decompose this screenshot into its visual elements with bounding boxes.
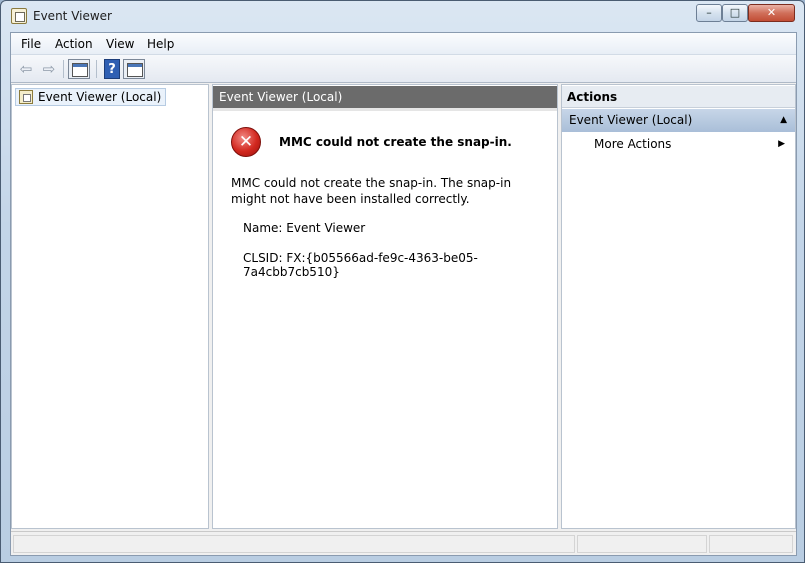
show-hide-action-pane-icon[interactable]: [123, 59, 145, 79]
status-bar-section: [577, 535, 707, 553]
status-bar: [11, 531, 796, 555]
result-pane: Event Viewer (Local) ✕ MMC could not cre…: [212, 84, 558, 529]
menu-file[interactable]: File: [15, 36, 47, 52]
menu-help[interactable]: Help: [141, 36, 180, 52]
show-hide-console-tree-icon[interactable]: [68, 59, 90, 79]
menu-bar: File Action View Help: [11, 33, 796, 55]
actions-header: Actions: [562, 86, 795, 108]
status-bar-section: [13, 535, 575, 553]
maximize-button[interactable]: □: [722, 4, 748, 22]
actions-group-label: Event Viewer (Local): [569, 113, 693, 127]
error-icon: ✕: [231, 127, 261, 157]
console-tree-pane: Event Viewer (Local): [11, 84, 209, 529]
status-bar-section: [709, 535, 793, 553]
more-actions-item[interactable]: More Actions ▶: [562, 133, 795, 155]
more-actions-label: More Actions: [594, 137, 672, 151]
window-frame: Event Viewer – □ ✕ File Action View Help…: [0, 0, 805, 563]
error-message: MMC could not create the snap-in. The sn…: [231, 176, 512, 206]
toolbar-separator: [96, 60, 97, 78]
header-divider: [213, 108, 557, 111]
menu-action[interactable]: Action: [49, 36, 99, 52]
error-title: MMC could not create the snap-in.: [279, 135, 512, 149]
toolbar-separator: [63, 60, 64, 78]
actions-pane: Actions Event Viewer (Local) ▲ More Acti…: [561, 84, 796, 529]
forward-arrow-icon[interactable]: ⇨: [38, 59, 60, 79]
result-pane-header: Event Viewer (Local): [213, 86, 557, 108]
menu-view[interactable]: View: [100, 36, 140, 52]
event-viewer-snapin-icon: [19, 90, 33, 104]
help-icon[interactable]: ?: [104, 59, 120, 79]
back-arrow-icon[interactable]: ⇦: [15, 59, 37, 79]
collapse-arrow-icon[interactable]: ▲: [780, 109, 787, 132]
minimize-button[interactable]: –: [696, 4, 722, 22]
snapin-clsid: CLSID: FX:{b05566ad-fe9c-4363-be05-7a4cb…: [243, 251, 478, 279]
tree-item-label: Event Viewer (Local): [38, 90, 162, 104]
submenu-arrow-icon: ▶: [778, 139, 785, 149]
toolbar: ⇦ ⇨ ?: [11, 55, 796, 83]
tree-item-event-viewer-local[interactable]: Event Viewer (Local): [15, 88, 167, 106]
client-area: File Action View Help ⇦ ⇨ ? Event Viewer…: [10, 32, 797, 556]
event-viewer-app-icon: [11, 8, 27, 24]
window-title: Event Viewer: [33, 9, 112, 23]
snapin-name: Name: Event Viewer: [243, 221, 366, 235]
actions-group-event-viewer-local[interactable]: Event Viewer (Local) ▲: [562, 109, 795, 132]
title-bar[interactable]: Event Viewer – □ ✕: [1, 1, 805, 31]
close-button[interactable]: ✕: [748, 4, 795, 22]
